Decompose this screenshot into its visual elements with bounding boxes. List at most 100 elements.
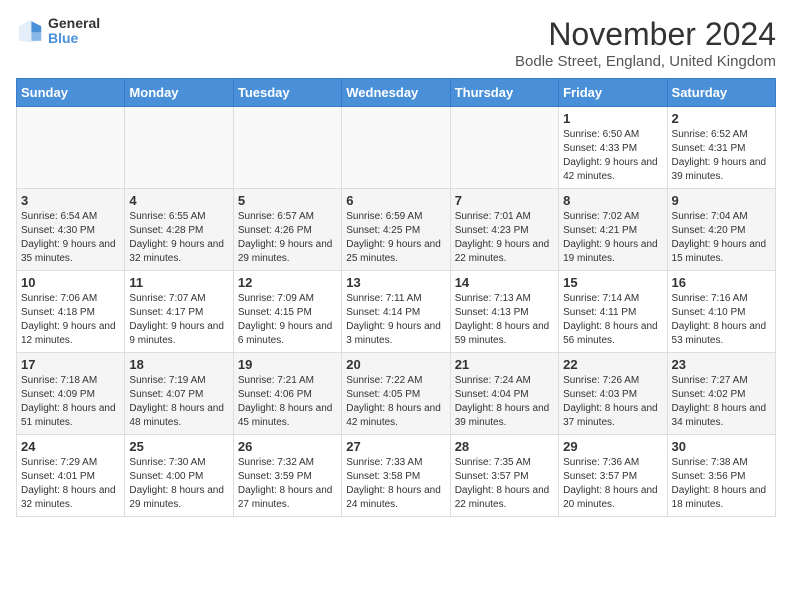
calendar-cell: 6Sunrise: 6:59 AM Sunset: 4:25 PM Daylig…	[342, 189, 450, 271]
day-info: Sunrise: 7:30 AM Sunset: 4:00 PM Dayligh…	[129, 456, 228, 512]
calendar-cell	[450, 107, 558, 189]
day-info: Sunrise: 7:21 AM Sunset: 4:06 PM Dayligh…	[238, 374, 337, 430]
logo-general-text: General	[48, 16, 100, 31]
day-number: 2	[672, 111, 771, 126]
calendar-cell: 9 Sunrise: 7:04 AM Sunset: 4:20 PM Daylig…	[667, 189, 775, 271]
calendar-cell: 30 Sunrise: 7:38 AM Sunset: 3:56 PM Dayli…	[667, 435, 775, 517]
day-number: 29	[563, 439, 662, 454]
calendar-cell: 23 Sunrise: 7:27 AM Sunset: 4:02 PM Dayli…	[667, 353, 775, 435]
calendar-subtitle: Bodle Street, England, United Kingdom	[515, 53, 776, 70]
calendar-cell: 24 Sunrise: 7:29 AM Sunset: 4:01 PM Dayli…	[17, 435, 125, 517]
day-number: 1	[563, 111, 662, 126]
day-number: 5	[238, 193, 337, 208]
day-number: 20	[346, 357, 445, 372]
day-info: Sunrise: 7:11 AM Sunset: 4:14 PM Dayligh…	[346, 292, 445, 348]
calendar-header-sunday: Sunday	[17, 79, 125, 107]
calendar-header-tuesday: Tuesday	[233, 79, 341, 107]
day-number: 25	[129, 439, 228, 454]
day-number: 18	[129, 357, 228, 372]
day-info: Sunrise: 7:02 AM Sunset: 4:21 PM Dayligh…	[563, 210, 662, 266]
day-info: Sunrise: 7:06 AM Sunset: 4:18 PM Dayligh…	[21, 292, 120, 348]
calendar-cell	[17, 107, 125, 189]
day-info: Sunrise: 7:01 AM Sunset: 4:23 PM Dayligh…	[455, 210, 554, 266]
day-number: 27	[346, 439, 445, 454]
calendar-cell: 21 Sunrise: 7:24 AM Sunset: 4:04 PM Dayli…	[450, 353, 558, 435]
day-info: Sunrise: 7:38 AM Sunset: 3:56 PM Dayligh…	[672, 456, 771, 512]
day-number: 24	[21, 439, 120, 454]
day-info: Sunrise: 7:09 AM Sunset: 4:15 PM Dayligh…	[238, 292, 337, 348]
calendar-header-row: SundayMondayTuesdayWednesdayThursdayFrid…	[17, 79, 776, 107]
logo: General Blue	[16, 16, 100, 47]
calendar-cell: 27 Sunrise: 7:33 AM Sunset: 3:58 PM Dayli…	[342, 435, 450, 517]
calendar-week-row: 1 Sunrise: 6:50 AM Sunset: 4:33 PM Daylig…	[17, 107, 776, 189]
calendar-cell: 15 Sunrise: 7:14 AM Sunset: 4:11 PM Dayli…	[559, 271, 667, 353]
calendar-cell: 28Sunrise: 7:35 AM Sunset: 3:57 PM Dayli…	[450, 435, 558, 517]
day-number: 21	[455, 357, 554, 372]
calendar-header-thursday: Thursday	[450, 79, 558, 107]
day-number: 16	[672, 275, 771, 290]
day-info: Sunrise: 7:36 AM Sunset: 3:57 PM Dayligh…	[563, 456, 662, 512]
calendar-cell: 25 Sunrise: 7:30 AM Sunset: 4:00 PM Dayli…	[125, 435, 233, 517]
calendar-week-row: 17 Sunrise: 7:18 AM Sunset: 4:09 PM Dayli…	[17, 353, 776, 435]
day-number: 22	[563, 357, 662, 372]
calendar-week-row: 3 Sunrise: 6:54 AM Sunset: 4:30 PM Daylig…	[17, 189, 776, 271]
calendar-cell: 13Sunrise: 7:11 AM Sunset: 4:14 PM Dayli…	[342, 271, 450, 353]
calendar-cell: 12Sunrise: 7:09 AM Sunset: 4:15 PM Dayli…	[233, 271, 341, 353]
day-number: 11	[129, 275, 228, 290]
day-number: 9	[672, 193, 771, 208]
day-info: Sunrise: 7:14 AM Sunset: 4:11 PM Dayligh…	[563, 292, 662, 348]
calendar-week-row: 24 Sunrise: 7:29 AM Sunset: 4:01 PM Dayli…	[17, 435, 776, 517]
day-info: Sunrise: 7:32 AM Sunset: 3:59 PM Dayligh…	[238, 456, 337, 512]
calendar-week-row: 10 Sunrise: 7:06 AM Sunset: 4:18 PM Dayli…	[17, 271, 776, 353]
day-info: Sunrise: 7:24 AM Sunset: 4:04 PM Dayligh…	[455, 374, 554, 430]
calendar-table: SundayMondayTuesdayWednesdayThursdayFrid…	[16, 78, 776, 517]
calendar-cell	[125, 107, 233, 189]
calendar-cell: 16 Sunrise: 7:16 AM Sunset: 4:10 PM Dayli…	[667, 271, 775, 353]
day-info: Sunrise: 6:50 AM Sunset: 4:33 PM Dayligh…	[563, 128, 662, 184]
calendar-header-monday: Monday	[125, 79, 233, 107]
calendar-cell: 17 Sunrise: 7:18 AM Sunset: 4:09 PM Dayli…	[17, 353, 125, 435]
logo-text: General Blue	[48, 16, 100, 47]
calendar-cell: 26 Sunrise: 7:32 AM Sunset: 3:59 PM Dayli…	[233, 435, 341, 517]
day-info: Sunrise: 6:57 AM Sunset: 4:26 PM Dayligh…	[238, 210, 337, 266]
day-number: 30	[672, 439, 771, 454]
day-number: 17	[21, 357, 120, 372]
calendar-cell	[233, 107, 341, 189]
calendar-cell: 22 Sunrise: 7:26 AM Sunset: 4:03 PM Dayli…	[559, 353, 667, 435]
day-info: Sunrise: 7:04 AM Sunset: 4:20 PM Dayligh…	[672, 210, 771, 266]
calendar-header-saturday: Saturday	[667, 79, 775, 107]
day-number: 10	[21, 275, 120, 290]
day-info: Sunrise: 7:27 AM Sunset: 4:02 PM Dayligh…	[672, 374, 771, 430]
day-info: Sunrise: 7:26 AM Sunset: 4:03 PM Dayligh…	[563, 374, 662, 430]
calendar-cell: 20 Sunrise: 7:22 AM Sunset: 4:05 PM Dayli…	[342, 353, 450, 435]
calendar-cell: 19Sunrise: 7:21 AM Sunset: 4:06 PM Dayli…	[233, 353, 341, 435]
day-number: 14	[455, 275, 554, 290]
day-info: Sunrise: 7:33 AM Sunset: 3:58 PM Dayligh…	[346, 456, 445, 512]
day-number: 4	[129, 193, 228, 208]
day-info: Sunrise: 6:52 AM Sunset: 4:31 PM Dayligh…	[672, 128, 771, 184]
day-info: Sunrise: 6:55 AM Sunset: 4:28 PM Dayligh…	[129, 210, 228, 266]
day-number: 23	[672, 357, 771, 372]
day-info: Sunrise: 7:16 AM Sunset: 4:10 PM Dayligh…	[672, 292, 771, 348]
day-info: Sunrise: 7:18 AM Sunset: 4:09 PM Dayligh…	[21, 374, 120, 430]
calendar-title: November 2024	[515, 16, 776, 53]
day-info: Sunrise: 7:13 AM Sunset: 4:13 PM Dayligh…	[455, 292, 554, 348]
calendar-cell: 8 Sunrise: 7:02 AM Sunset: 4:21 PM Daylig…	[559, 189, 667, 271]
page-header: General Blue November 2024 Bodle Street,…	[16, 16, 776, 70]
calendar-cell: 7Sunrise: 7:01 AM Sunset: 4:23 PM Daylig…	[450, 189, 558, 271]
logo-blue-text: Blue	[48, 31, 100, 46]
day-info: Sunrise: 6:59 AM Sunset: 4:25 PM Dayligh…	[346, 210, 445, 266]
day-number: 26	[238, 439, 337, 454]
calendar-header-wednesday: Wednesday	[342, 79, 450, 107]
calendar-cell: 29 Sunrise: 7:36 AM Sunset: 3:57 PM Dayli…	[559, 435, 667, 517]
day-info: Sunrise: 7:29 AM Sunset: 4:01 PM Dayligh…	[21, 456, 120, 512]
calendar-cell: 10 Sunrise: 7:06 AM Sunset: 4:18 PM Dayli…	[17, 271, 125, 353]
day-number: 15	[563, 275, 662, 290]
calendar-cell: 3 Sunrise: 6:54 AM Sunset: 4:30 PM Daylig…	[17, 189, 125, 271]
day-number: 3	[21, 193, 120, 208]
day-info: Sunrise: 7:07 AM Sunset: 4:17 PM Dayligh…	[129, 292, 228, 348]
day-number: 8	[563, 193, 662, 208]
day-info: Sunrise: 6:54 AM Sunset: 4:30 PM Dayligh…	[21, 210, 120, 266]
calendar-cell: 4 Sunrise: 6:55 AM Sunset: 4:28 PM Daylig…	[125, 189, 233, 271]
day-info: Sunrise: 7:22 AM Sunset: 4:05 PM Dayligh…	[346, 374, 445, 430]
